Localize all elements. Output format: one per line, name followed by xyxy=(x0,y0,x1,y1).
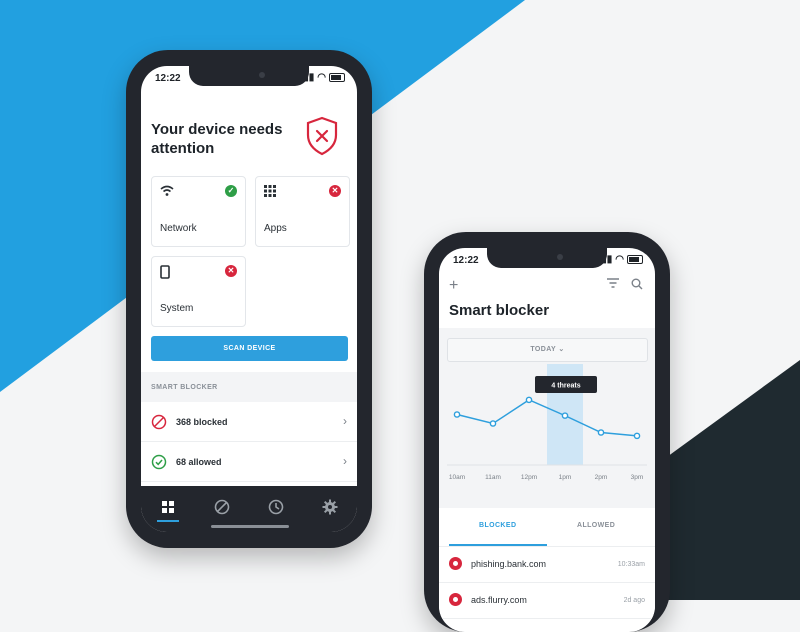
x-tick-label: 1pm xyxy=(559,474,572,481)
threats-line-chart: 4 threats 10am 11am 12pm 1pm 2pm 3pm xyxy=(447,364,647,481)
phone-icon xyxy=(160,265,170,279)
status-time: 12:22 xyxy=(155,73,181,84)
data-point[interactable] xyxy=(453,411,461,418)
domain-time: 2d ago xyxy=(623,597,645,604)
data-point[interactable] xyxy=(561,412,569,419)
camera xyxy=(557,254,563,260)
page-title: Smart blocker xyxy=(449,302,550,319)
phone-smart-blocker: 12:22 ▮▮▮ ◠ + Smart blocker TODAY ⌄ 4 th… xyxy=(424,232,670,632)
domain-time: 10:33am xyxy=(617,561,645,568)
wifi-status-icon: ◠ xyxy=(615,254,624,265)
tab-blocker[interactable] xyxy=(211,496,233,518)
battery-icon xyxy=(627,255,643,264)
status-error-icon: ✕ xyxy=(225,265,237,277)
tab-history[interactable] xyxy=(265,496,287,518)
list-item-blocked[interactable]: 368 blocked › xyxy=(141,403,357,442)
x-tick-label: 10am xyxy=(449,474,465,481)
list-item-allowed[interactable]: 68 allowed › xyxy=(141,443,357,482)
domain-name: ads.flurry.com xyxy=(471,595,527,605)
data-point[interactable] xyxy=(633,432,641,440)
phone-device-overview: 12:22 ▮▮▮ ◠ Your device needs attention … xyxy=(126,50,372,548)
x-tick-label: 2pm xyxy=(595,474,608,481)
active-tab-indicator xyxy=(157,520,179,522)
home-indicator xyxy=(211,525,289,528)
active-tab-indicator xyxy=(449,544,547,546)
card-label: Apps xyxy=(264,223,287,234)
card-label: System xyxy=(160,303,194,314)
filter-icon[interactable] xyxy=(607,278,619,288)
blocked-icon xyxy=(151,414,167,430)
scan-device-button[interactable]: SCAN DEVICE xyxy=(151,336,348,361)
card-system[interactable]: ✕ System xyxy=(151,256,246,327)
list-item-label: 368 blocked xyxy=(176,417,228,427)
data-point[interactable] xyxy=(489,420,497,427)
chevron-right-icon: › xyxy=(343,454,347,468)
chevron-down-icon: ⌄ xyxy=(558,346,565,353)
section-header: SMART BLOCKER xyxy=(141,372,357,402)
add-icon[interactable]: + xyxy=(449,277,458,295)
notch xyxy=(487,248,607,268)
blocked-allowed-tabs: BLOCKED ALLOWED xyxy=(439,508,655,547)
date-range-label: TODAY xyxy=(530,346,556,353)
status-time: 12:22 xyxy=(453,255,479,266)
wifi-status-icon: ◠ xyxy=(317,72,326,83)
page-title: Your device needs attention xyxy=(151,121,283,157)
card-apps[interactable]: ✕ Apps xyxy=(255,176,350,247)
tab-dashboard[interactable] xyxy=(157,496,179,518)
threat-icon xyxy=(449,557,462,570)
status-error-icon: ✕ xyxy=(329,185,341,197)
background xyxy=(0,0,800,600)
data-point[interactable] xyxy=(525,396,533,404)
shield-error-icon xyxy=(306,116,338,156)
notch xyxy=(189,66,309,86)
tab-settings[interactable] xyxy=(319,496,341,518)
section-title: SMART BLOCKER xyxy=(151,384,218,391)
card-network[interactable]: ✓ Network xyxy=(151,176,246,247)
bottom-tab-bar xyxy=(141,486,357,532)
tab-allowed[interactable]: ALLOWED xyxy=(577,522,615,529)
x-tick-label: 3pm xyxy=(631,474,644,481)
search-icon[interactable] xyxy=(631,278,643,290)
wifi-icon xyxy=(160,185,174,196)
blocker-screen: 12:22 ▮▮▮ ◠ + Smart blocker TODAY ⌄ 4 th… xyxy=(439,248,655,632)
tab-blocked[interactable]: BLOCKED xyxy=(479,522,516,529)
list-item[interactable]: ads.flurry.com 2d ago xyxy=(439,583,655,619)
domain-name: phishing.bank.com xyxy=(471,559,547,569)
grid-icon xyxy=(264,185,276,197)
chevron-right-icon: › xyxy=(343,414,347,428)
chart-panel: TODAY ⌄ 4 threats 10am 11am 12pm 1pm 2pm 3pm xyxy=(439,328,655,508)
tooltip-text: 4 threats xyxy=(551,383,580,390)
list-item[interactable]: phishing.bank.com 10:33am xyxy=(439,547,655,583)
x-tick-label: 11am xyxy=(485,474,501,481)
camera xyxy=(259,72,265,78)
list-item-label: 68 allowed xyxy=(176,457,222,467)
battery-icon xyxy=(329,73,345,82)
x-tick-label: 12pm xyxy=(521,474,537,481)
status-ok-icon: ✓ xyxy=(225,185,237,197)
card-label: Network xyxy=(160,223,197,234)
data-point[interactable] xyxy=(597,429,605,436)
device-screen: 12:22 ▮▮▮ ◠ Your device needs attention … xyxy=(141,66,357,532)
check-circle-icon xyxy=(151,454,167,470)
date-range-dropdown[interactable]: TODAY ⌄ xyxy=(447,338,648,362)
